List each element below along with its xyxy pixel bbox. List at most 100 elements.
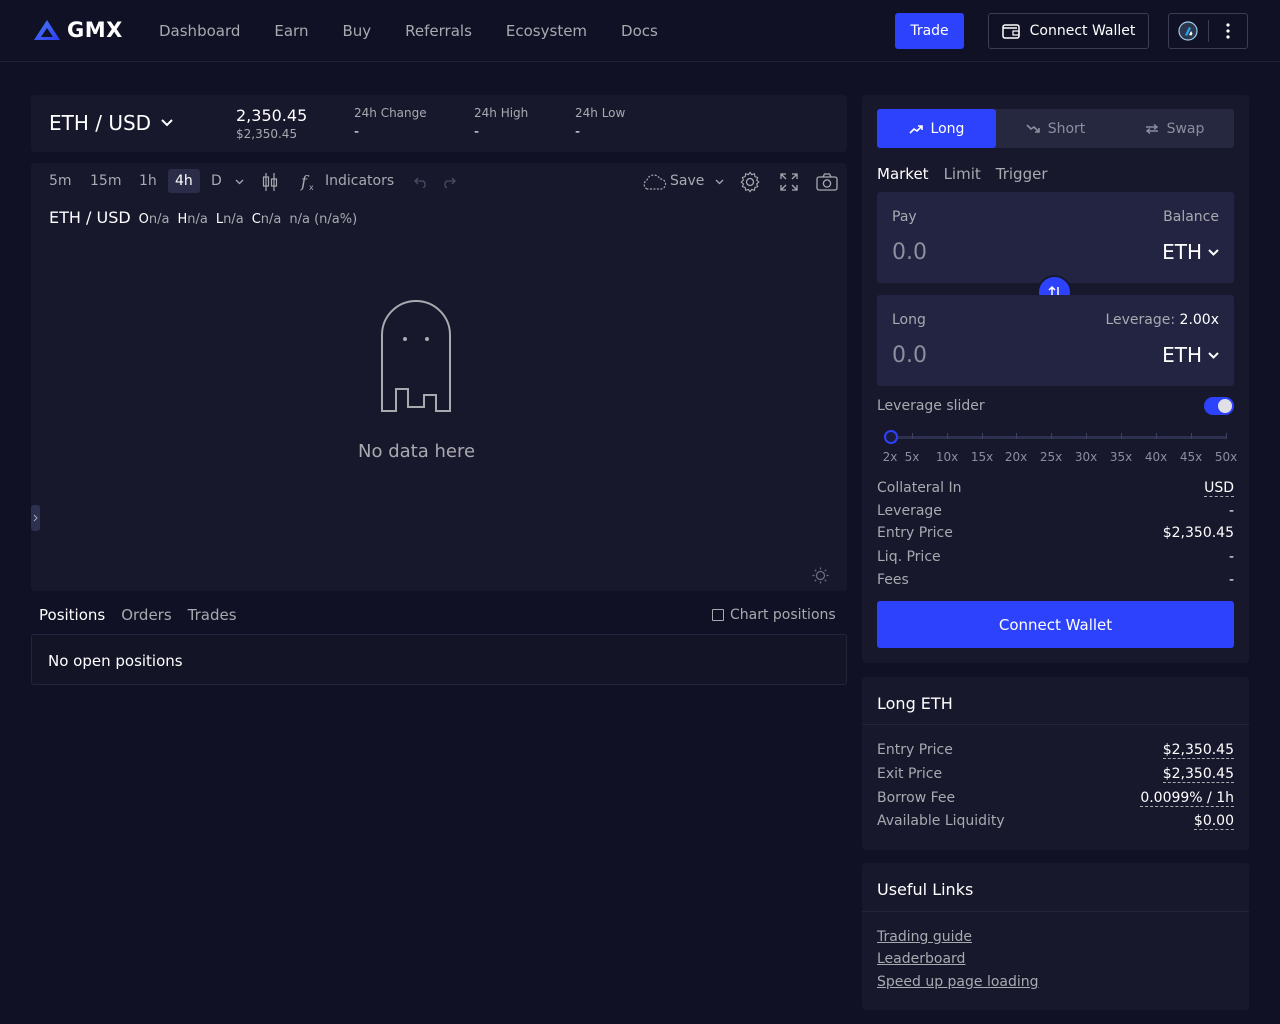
- trade-side-selector: Long Short Swap: [877, 109, 1234, 148]
- long-label: Long: [892, 312, 926, 328]
- leverage-mark-label[interactable]: 10x: [936, 450, 958, 464]
- main-nav: Dashboard Earn Buy Referrals Ecosystem D…: [159, 22, 692, 40]
- leverage-tick: [982, 433, 983, 439]
- side-long-button[interactable]: Long: [877, 109, 996, 148]
- leverage-slider-track[interactable]: [891, 436, 1227, 439]
- interval-4h[interactable]: 4h: [168, 169, 200, 193]
- interval-1h[interactable]: 1h: [139, 173, 157, 189]
- chart-positions-label: Chart positions: [730, 607, 836, 623]
- high-24h-value: -: [474, 124, 480, 140]
- info-entry-price: Entry Price $2,350.45: [877, 525, 1234, 541]
- more-menu-icon[interactable]: [1208, 14, 1247, 48]
- order-type-limit[interactable]: Limit: [944, 165, 981, 183]
- tab-positions[interactable]: Positions: [39, 606, 105, 624]
- info-collateral-in: Collateral In USD: [877, 480, 1234, 497]
- sidebar-collapse-handle[interactable]: [31, 505, 40, 531]
- leverage-mark-label[interactable]: 25x: [1040, 450, 1062, 464]
- gmx-logo-text: GMX: [67, 18, 123, 42]
- nav-referrals[interactable]: Referrals: [405, 22, 472, 40]
- nav-dashboard[interactable]: Dashboard: [159, 22, 240, 40]
- chevron-down-icon: [1208, 248, 1219, 256]
- useful-links-title: Useful Links: [877, 880, 974, 899]
- svg-text:x: x: [309, 183, 314, 192]
- ghost-empty-icon: [380, 299, 452, 415]
- low-24h-label: 24h Low: [575, 106, 626, 120]
- indicators-button[interactable]: Indicators: [325, 173, 394, 189]
- change-24h-value: -: [354, 124, 360, 140]
- pay-label: Pay: [892, 209, 917, 225]
- long-exit-price-row: Exit Price $2,350.45: [877, 766, 1234, 783]
- side-short-button[interactable]: Short: [996, 109, 1115, 148]
- leverage-mark-label[interactable]: 30x: [1075, 450, 1097, 464]
- leverage-mark-label[interactable]: 2x: [883, 450, 898, 464]
- positions-list: No open positions: [31, 634, 847, 685]
- network-selector[interactable]: [1168, 13, 1248, 49]
- legend-low: Ln/a: [215, 212, 244, 227]
- pair-selector[interactable]: ETH / USD: [49, 111, 173, 135]
- leverage-mark-label[interactable]: 40x: [1145, 450, 1167, 464]
- leverage-mark-label[interactable]: 5x: [905, 450, 920, 464]
- trend-down-icon: [1026, 123, 1040, 134]
- header-connect-wallet-button[interactable]: Connect Wallet: [988, 13, 1149, 49]
- gmx-logo[interactable]: GMX: [33, 18, 123, 42]
- leverage-mark-label[interactable]: 50x: [1215, 450, 1237, 464]
- leverage-slider-handle[interactable]: [884, 430, 898, 444]
- interval-5m[interactable]: 5m: [49, 173, 72, 189]
- leverage-tick: [1156, 433, 1157, 439]
- leverage-mark-label[interactable]: 20x: [1005, 450, 1027, 464]
- collateral-token-selector[interactable]: USD: [1204, 480, 1234, 497]
- leverage-readout: Leverage: 2.00x: [1105, 312, 1219, 328]
- chart-settings-gear-icon[interactable]: [739, 171, 761, 193]
- info-liq-price: Liq. Price -: [877, 549, 1234, 565]
- tab-trades[interactable]: Trades: [188, 606, 237, 624]
- candle-type-icon[interactable]: [262, 172, 278, 192]
- indicators-fx-icon[interactable]: fx: [300, 172, 318, 192]
- redo-icon[interactable]: [442, 176, 456, 188]
- nav-docs[interactable]: Docs: [621, 22, 658, 40]
- positions-tabs: Positions Orders Trades: [39, 606, 237, 624]
- leverage-slider-toggle[interactable]: [1204, 397, 1234, 415]
- long-input-box: Long Leverage: 2.00x 0.0 ETH: [877, 295, 1234, 386]
- chart-positions-checkbox[interactable]: [712, 609, 724, 621]
- nav-earn[interactable]: Earn: [274, 22, 308, 40]
- save-chevron-down-icon[interactable]: [715, 179, 724, 185]
- interval-more-chevron-icon[interactable]: [235, 179, 244, 185]
- leverage-mark-label[interactable]: 15x: [971, 450, 993, 464]
- chart-theme-sun-icon[interactable]: [812, 567, 829, 584]
- chart-positions-toggle[interactable]: Chart positions: [712, 607, 836, 623]
- interval-d[interactable]: D: [211, 173, 222, 189]
- arbitrum-network-icon[interactable]: [1169, 14, 1208, 48]
- tab-orders[interactable]: Orders: [121, 606, 171, 624]
- screenshot-camera-icon[interactable]: [816, 173, 838, 191]
- pay-amount-input[interactable]: 0.0: [892, 240, 927, 265]
- side-swap-button[interactable]: Swap: [1115, 109, 1234, 148]
- interval-15m[interactable]: 15m: [90, 173, 121, 189]
- pay-input-box: Pay Balance 0.0 ETH: [877, 192, 1234, 283]
- order-type-tabs: Market Limit Trigger: [877, 165, 1047, 183]
- link-speed-up-page-loading[interactable]: Speed up page loading: [877, 974, 1039, 990]
- order-type-market[interactable]: Market: [877, 165, 929, 183]
- nav-buy[interactable]: Buy: [342, 22, 371, 40]
- long-amount-input[interactable]: 0.0: [892, 343, 927, 368]
- mark-price: 2,350.45: [236, 106, 308, 125]
- trade-button[interactable]: Trade: [895, 13, 964, 49]
- panel-connect-wallet-button[interactable]: Connect Wallet: [877, 601, 1234, 648]
- long-token-selector[interactable]: ETH: [1162, 343, 1219, 367]
- cloud-save-icon[interactable]: [641, 174, 667, 190]
- long-eth-title: Long ETH: [877, 694, 953, 713]
- undo-icon[interactable]: [414, 176, 428, 188]
- leverage-mark-label[interactable]: 35x: [1110, 450, 1132, 464]
- save-button[interactable]: Save: [670, 173, 704, 189]
- link-trading-guide[interactable]: Trading guide: [877, 929, 972, 945]
- order-type-trigger[interactable]: Trigger: [996, 165, 1048, 183]
- pair-name: ETH / USD: [49, 111, 152, 135]
- pay-token-selector[interactable]: ETH: [1162, 240, 1219, 264]
- link-leaderboard[interactable]: Leaderboard: [877, 951, 965, 967]
- leverage-tick: [1016, 433, 1017, 439]
- chevron-down-icon: [161, 119, 173, 127]
- fullscreen-icon[interactable]: [780, 173, 798, 191]
- long-borrow-fee-row: Borrow Fee 0.0099% / 1h: [877, 790, 1234, 807]
- leverage-mark-label[interactable]: 45x: [1180, 450, 1202, 464]
- leverage-tick: [912, 433, 913, 439]
- nav-ecosystem[interactable]: Ecosystem: [506, 22, 587, 40]
